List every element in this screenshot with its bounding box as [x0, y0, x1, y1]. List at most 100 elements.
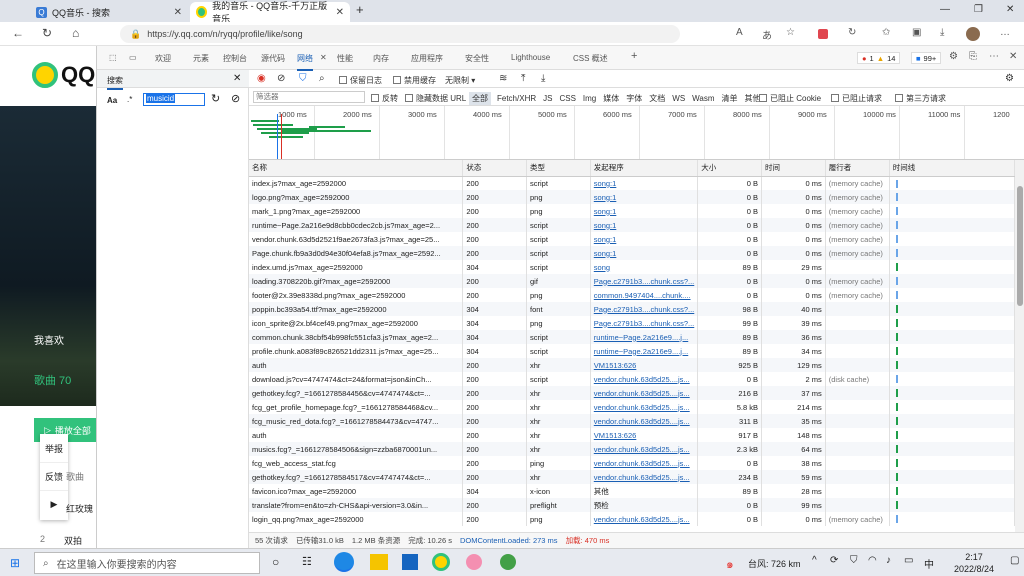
- filter-type-9[interactable]: 清单: [722, 94, 738, 103]
- preserve-log-checkbox[interactable]: 保留日志: [339, 75, 382, 86]
- close-devtools-icon[interactable]: ✕: [1009, 51, 1017, 62]
- request-row[interactable]: fcg_web_access_stat.fcg 200 ping vendor.chu…: [249, 456, 1015, 470]
- favorites-icon[interactable]: ✩: [882, 27, 890, 38]
- clear-search-icon[interactable]: ⊘: [231, 92, 240, 105]
- close-tab-icon[interactable]: ✕: [336, 7, 344, 18]
- record-icon[interactable]: ◉: [257, 73, 266, 84]
- initiator[interactable]: song:1: [590, 232, 699, 246]
- network-settings-icon[interactable]: ⚙: [1005, 73, 1014, 84]
- mail-app-icon[interactable]: [402, 554, 418, 570]
- favorite-icon[interactable]: ☆: [786, 27, 795, 38]
- request-row[interactable]: login_qq.png?max_age=2592000 200 png vendor…: [249, 512, 1015, 526]
- request-row[interactable]: common.chunk.38cbf54b998fc551cfa3.js?max…: [249, 330, 1015, 344]
- initiator[interactable]: vendor.chunk.63d5d25....js...: [590, 400, 699, 414]
- feedback-button[interactable]: 反馈: [40, 462, 68, 490]
- filter-type-4[interactable]: 媒体: [603, 94, 619, 103]
- filter-text[interactable]: [254, 92, 364, 101]
- request-row[interactable]: musics.fcg?_=1661278584506&sign=zzba6870…: [249, 442, 1015, 456]
- column-header-1[interactable]: 状态: [462, 160, 528, 177]
- request-row[interactable]: Page.chunk.fb9a3d0d94e30f04efa8.js?max_a…: [249, 246, 1015, 260]
- column-header-6[interactable]: 履行者: [825, 160, 890, 177]
- initiator[interactable]: 预检: [590, 498, 699, 512]
- request-row[interactable]: footer@2x.39e8338d.png?max_age=2592000 20…: [249, 288, 1015, 302]
- more-tools-icon[interactable]: +: [631, 50, 637, 62]
- initiator[interactable]: VM1513:626: [590, 358, 699, 372]
- home-icon[interactable]: ⌂: [72, 26, 79, 40]
- export-har-icon[interactable]: ⤓: [541, 73, 545, 84]
- column-header-3[interactable]: 发起程序: [590, 160, 699, 177]
- more-options-icon[interactable]: ⋯: [989, 51, 999, 62]
- devtools-tab-application[interactable]: 应用程序: [411, 53, 443, 64]
- windows-start-icon[interactable]: ⊞: [10, 556, 20, 570]
- close-network-tab-icon[interactable]: ✕: [320, 53, 327, 62]
- my-like-tab[interactable]: 我喜欢: [34, 332, 64, 347]
- initiator[interactable]: song:1: [590, 176, 699, 190]
- search-input[interactable]: musicid: [143, 93, 205, 106]
- initiator[interactable]: song:1: [590, 218, 699, 232]
- back-icon[interactable]: ←: [12, 26, 24, 40]
- request-row[interactable]: runtime~Page.2a216e9d8cbb0cdec2cb.js?max…: [249, 218, 1015, 232]
- request-row[interactable]: logo.png?max_age=2592000 200 png song:1 0 B0…: [249, 190, 1015, 204]
- devtools-tab-lighthouse[interactable]: Lighthouse: [511, 53, 550, 62]
- match-case-button[interactable]: Aa: [107, 96, 117, 105]
- filter-type-5[interactable]: 字体: [626, 94, 642, 103]
- initiator[interactable]: vendor.chunk.63d5d25....js...: [590, 386, 699, 400]
- initiator[interactable]: 其他: [590, 484, 699, 498]
- initiator[interactable]: Page.c2791b3....chunk.css?...: [590, 316, 699, 330]
- filter-type-2[interactable]: CSS: [559, 94, 575, 103]
- wifi-icon[interactable]: ◠: [868, 555, 877, 566]
- songs-count-tab[interactable]: 歌曲 70: [34, 372, 71, 388]
- filter-icon[interactable]: ⛉: [299, 73, 307, 84]
- filter-input[interactable]: [253, 91, 365, 103]
- qq-music-app-icon[interactable]: [432, 553, 450, 571]
- request-row[interactable]: fcg_music_red_dota.fcg?_=1661278584473&c…: [249, 414, 1015, 428]
- refresh-search-icon[interactable]: ↻: [211, 92, 220, 105]
- devtools-tab-css-overview[interactable]: CSS 概述: [573, 53, 608, 64]
- initiator[interactable]: song:1: [590, 246, 699, 260]
- initiator[interactable]: vendor.chunk.63d5d25....js...: [590, 414, 699, 428]
- clear-icon[interactable]: ⊘: [277, 73, 285, 84]
- initiator[interactable]: common.9497404....chunk....: [590, 288, 699, 302]
- report-button[interactable]: 举报: [40, 434, 68, 462]
- taskbar-search-box[interactable]: ⌕ 在这里输入你要搜索的内容: [34, 552, 260, 574]
- blocked-cookies-checkbox[interactable]: 已阻止 Cookie: [759, 93, 821, 104]
- sync-icon[interactable]: ⟳: [830, 555, 838, 566]
- column-header-5[interactable]: 时间: [761, 160, 826, 177]
- request-row[interactable]: gethotkey.fcg?_=1661278584517&cv=4747474…: [249, 470, 1015, 484]
- minimize-icon[interactable]: —: [940, 4, 950, 15]
- initiator[interactable]: runtime~Page.2a216e9....j...: [590, 344, 699, 358]
- request-row[interactable]: vendor.chunk.63d5d2521f9ae2673fa3.js?max…: [249, 232, 1015, 246]
- ime-indicator[interactable]: 中: [924, 556, 934, 571]
- url-field[interactable]: 🔒 https://y.qq.com/n/ryqq/profile/like/s…: [120, 25, 680, 43]
- initiator[interactable]: vendor.chunk.63d5d25....js...: [590, 442, 699, 456]
- widgets-icon[interactable]: ☷: [302, 555, 312, 568]
- request-row[interactable]: loading.3708220b.gif?max_age=2592000 200 g…: [249, 274, 1015, 288]
- initiator[interactable]: Page.c2791b3....chunk.css?...: [590, 302, 699, 316]
- request-row[interactable]: translate?from=en&to=zh-CHS&api-version=…: [249, 498, 1015, 512]
- blocked-requests-checkbox[interactable]: 已阻止请求: [831, 93, 882, 104]
- request-row[interactable]: poppin.bc393a54.ttf?max_age=2592000 304 fo…: [249, 302, 1015, 316]
- initiator[interactable]: vendor.chunk.63d5d25....js...: [590, 456, 699, 470]
- request-row[interactable]: mark_1.png?max_age=2592000 200 png song:1 0 …: [249, 204, 1015, 218]
- close-search-icon[interactable]: ✕: [233, 73, 241, 84]
- filter-type-0[interactable]: Fetch/XHR: [497, 94, 536, 103]
- initiator[interactable]: song:1: [590, 190, 699, 204]
- request-row[interactable]: favicon.ico?max_age=2592000 304 x-icon 其他 89…: [249, 484, 1015, 498]
- devtools-tab-performance[interactable]: 性能: [337, 53, 353, 64]
- tray-arrow-icon[interactable]: ^: [812, 555, 817, 566]
- initiator[interactable]: vendor.chunk.63d5d25....js...: [590, 372, 699, 386]
- customize-icon[interactable]: ⎘: [969, 51, 977, 62]
- devtools-tab-memory[interactable]: 内存: [373, 53, 389, 64]
- timeline-overview[interactable]: 1000 ms 2000 ms 3000 ms 4000 ms 5000 ms 6000 …: [249, 106, 1024, 160]
- weather-text[interactable]: 台风: 726 km: [748, 557, 801, 570]
- initiator[interactable]: VM1513:626: [590, 428, 699, 442]
- refresh-icon[interactable]: ↻: [42, 26, 52, 40]
- notifications-icon[interactable]: ▢: [1010, 555, 1019, 566]
- request-row[interactable]: gethotkey.fcg?_=1661278584456&cv=4747474…: [249, 386, 1015, 400]
- request-row[interactable]: download.js?cv=4747474&ct=24&format=json…: [249, 372, 1015, 386]
- filter-type-7[interactable]: WS: [672, 94, 685, 103]
- settings-icon[interactable]: ⚙: [949, 51, 958, 62]
- disable-cache-checkbox[interactable]: 禁用缓存: [393, 75, 436, 86]
- refresh-ext-icon[interactable]: ↻: [848, 27, 856, 38]
- task-view-icon[interactable]: ○: [272, 555, 279, 569]
